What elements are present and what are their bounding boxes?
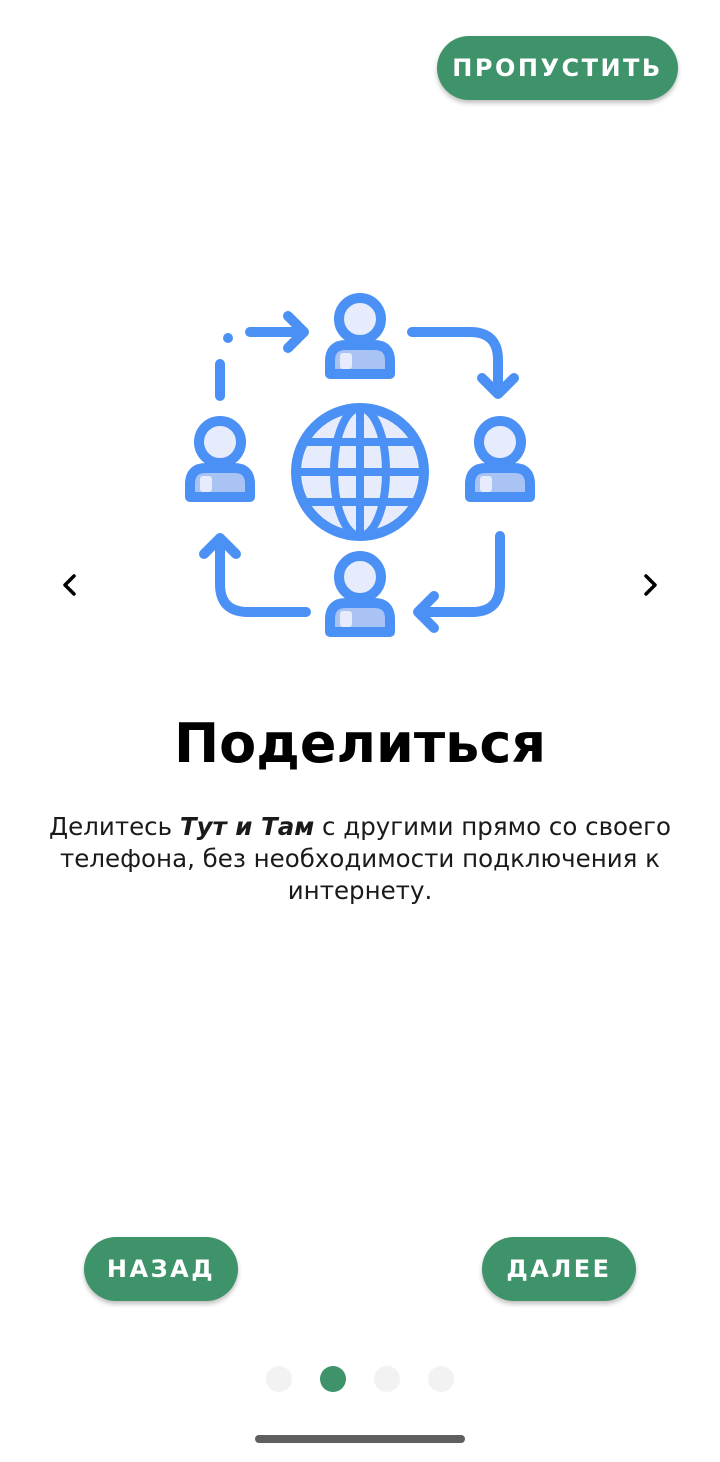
slide-title: Поделиться (173, 712, 547, 775)
chevron-left-icon[interactable] (48, 563, 92, 607)
share-network-icon (180, 292, 540, 652)
back-button[interactable]: НАЗАД (84, 1237, 238, 1301)
brand-name: Тут и Там (179, 812, 315, 841)
home-indicator[interactable] (255, 1435, 465, 1443)
page-dot-4[interactable] (428, 1366, 454, 1392)
next-button[interactable]: ДАЛЕЕ (482, 1237, 636, 1301)
chevron-right-icon[interactable] (628, 563, 672, 607)
page-dot-3[interactable] (374, 1366, 400, 1392)
skip-button[interactable]: ПРОПУСТИТЬ (437, 36, 678, 100)
page-dot-1[interactable] (266, 1366, 292, 1392)
page-dot-2-active[interactable] (320, 1366, 346, 1392)
slide-description: Делитесь Тут и Там с другими прямо со св… (40, 811, 680, 907)
description-text-start: Делитесь (49, 812, 180, 841)
onboarding-screen: ПРОПУСТИТЬ Поделиться Делитесь Тут и Там… (0, 0, 720, 1462)
page-indicator (266, 1366, 454, 1392)
